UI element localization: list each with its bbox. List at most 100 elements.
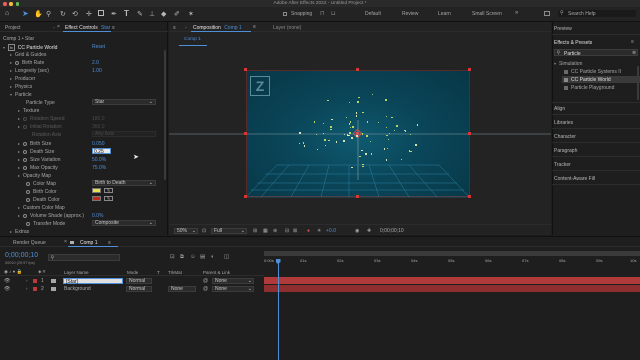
region-of-interest-icon[interactable]: ⊞ (253, 228, 257, 234)
max-opacity-value[interactable]: 75.0% (92, 165, 106, 171)
clone-stamp-tool-icon[interactable]: ⊥ (149, 10, 155, 18)
category-simulation[interactable]: Simulation (554, 61, 582, 67)
close-tab-icon[interactable]: × (57, 24, 60, 30)
comp-flowchart-icon[interactable]: ⊡ (170, 254, 175, 260)
property-longevity[interactable]: Longevity (sec) (10, 68, 49, 74)
color-map-select[interactable]: Birth to Death ⌄ (92, 180, 156, 186)
layer-name[interactable]: [Star] (63, 277, 123, 285)
expand-icon[interactable] (18, 159, 20, 161)
property-transfer-mode[interactable]: Transfer Mode (26, 221, 65, 227)
expand-icon[interactable] (10, 86, 12, 88)
paragraph-panel-header[interactable]: Paragraph (554, 148, 577, 154)
property-birth-size[interactable]: Birth Size (18, 141, 51, 147)
expand-icon[interactable] (10, 231, 12, 233)
property-particle[interactable]: Particle (10, 92, 32, 98)
show-snapshot-icon[interactable]: ✚ (367, 228, 371, 234)
tab-menu-icon[interactable]: ≡ (108, 240, 111, 246)
property-size-variation[interactable]: Size Variation (18, 157, 60, 163)
effect-header[interactable]: fx CC Particle World (3, 44, 57, 51)
right-panel-scrollbar[interactable] (637, 66, 639, 100)
property-producer[interactable]: Producer (10, 76, 35, 82)
timecode-display[interactable]: 0;00;00;10 (380, 228, 404, 234)
exposure-value[interactable]: +0.0 (326, 228, 336, 234)
property-extras[interactable]: Extras (10, 229, 29, 235)
selection-tool-icon[interactable]: ➤ (22, 9, 29, 18)
guides-icon[interactable]: ⊟ (285, 228, 289, 234)
rotate-tool-icon[interactable]: ↻ (60, 10, 66, 18)
close-tab-icon[interactable]: ≡ (253, 24, 256, 30)
tab-project[interactable]: Project (5, 25, 21, 31)
snap-magnet-icon[interactable]: ⊓ (320, 10, 325, 17)
visibility-eye-icon[interactable]: 👁 (4, 278, 10, 284)
fit-icon[interactable]: ⊡ (202, 228, 206, 234)
type-tool-icon[interactable]: T (124, 9, 129, 18)
visibility-eye-icon[interactable]: 👁 (4, 286, 10, 292)
character-panel-header[interactable]: Character (554, 134, 576, 140)
layer-row-1[interactable]: 👁 › 1 [Star] Normal @ None ⌄ (0, 277, 264, 285)
track-bar-layer-2[interactable] (264, 285, 640, 292)
property-death-size[interactable]: Death Size (18, 149, 54, 155)
col-layer-name[interactable]: Layer Name (64, 270, 89, 275)
layer-row-2[interactable]: 👁 › 2 Background Normal None @ None ⌄ (0, 285, 264, 293)
expand-icon[interactable] (18, 207, 20, 209)
fx-toggle-icon[interactable]: fx (8, 44, 15, 51)
expand-icon[interactable] (18, 215, 20, 217)
property-custom-color-map[interactable]: Custom Color Map (18, 205, 65, 211)
birth-eyedropper-icon[interactable]: ✎ (104, 188, 113, 193)
col-mode[interactable]: Mode (127, 270, 138, 275)
shy-layers-icon[interactable]: ☺ (190, 254, 196, 260)
tab-layer[interactable]: Layer (none) (273, 25, 301, 31)
property-birth-color[interactable]: Birth Color (26, 189, 57, 195)
pan-behind-tool-icon[interactable]: ✛ (86, 10, 92, 18)
lock-icon[interactable]: ▫ (185, 25, 187, 30)
grid-icon[interactable]: ⊠ (293, 228, 297, 234)
transparency-grid-icon[interactable]: ▦ (263, 228, 268, 234)
effects-search-input[interactable]: Particle (564, 51, 581, 57)
col-t[interactable]: T (157, 270, 160, 275)
parent-select[interactable]: None ⌄ (212, 286, 254, 292)
align-panel-header[interactable]: Align (554, 106, 565, 112)
parent-link-icon[interactable]: @ (203, 286, 208, 292)
property-opacity-map[interactable]: Opacity Map (18, 173, 51, 179)
resolution-select[interactable]: Full ⌄ (211, 228, 247, 234)
stopwatch-icon[interactable] (23, 166, 27, 170)
birth-rate-value[interactable]: 2.0 (92, 60, 99, 66)
layer-label-color[interactable] (33, 286, 37, 291)
property-grid-guides[interactable]: Grid & Guides (10, 52, 46, 58)
layer-expand-icon[interactable]: › (26, 278, 28, 283)
expand-icon[interactable] (18, 175, 20, 177)
comp-viewer[interactable]: Z (169, 50, 551, 220)
death-eyedropper-icon[interactable]: ✎ (104, 196, 113, 201)
home-icon[interactable]: ⌂ (5, 10, 9, 17)
motion-blur-icon[interactable]: ◐ (211, 254, 214, 260)
exposure-icon[interactable]: ✳ (317, 228, 321, 234)
expand-icon[interactable] (10, 78, 12, 80)
effects-presets-header[interactable]: Effects & Presets (554, 40, 592, 46)
workspace-panel-icon[interactable] (544, 10, 550, 16)
time-ruler[interactable]: 0:00s 01s 02s 03s 04s 05s 06s 07s 08s 09… (264, 251, 640, 273)
stopwatch-icon[interactable] (23, 158, 27, 162)
tab-render-queue[interactable]: Render Queue (13, 240, 46, 246)
workspace-review[interactable]: Review (402, 11, 418, 17)
layer-label-color[interactable] (33, 278, 37, 283)
workspace-default[interactable]: Default (365, 11, 381, 17)
effects-search-box[interactable]: ⚲ Particle ⊗ (554, 49, 638, 57)
property-volume-shade[interactable]: Volume Shade (approx.) (18, 213, 84, 219)
stopwatch-icon[interactable] (23, 142, 27, 146)
result-particle-playground[interactable]: Particle Playground (564, 85, 614, 91)
stopwatch-icon[interactable] (26, 222, 30, 226)
stopwatch-icon[interactable] (23, 214, 27, 218)
layer-expand-icon[interactable]: › (26, 286, 28, 291)
stopwatch-icon[interactable] (26, 198, 30, 202)
birth-color-swatch[interactable] (92, 188, 101, 193)
snap-options-icon[interactable]: ⊔ (331, 10, 336, 17)
color-channel-icon[interactable]: ● (307, 228, 310, 234)
snapping-checkbox[interactable] (283, 11, 287, 16)
stopwatch-icon[interactable] (15, 61, 19, 65)
layer-mode-select[interactable]: Normal (126, 286, 152, 292)
property-texture[interactable]: Texture (18, 108, 39, 114)
panel-menu-icon[interactable]: ≡ (112, 25, 115, 31)
birth-size-value[interactable]: 0.050 (92, 141, 105, 147)
expand-icon[interactable] (18, 167, 20, 169)
zoom-select[interactable]: 50% ⌄ (174, 228, 198, 234)
